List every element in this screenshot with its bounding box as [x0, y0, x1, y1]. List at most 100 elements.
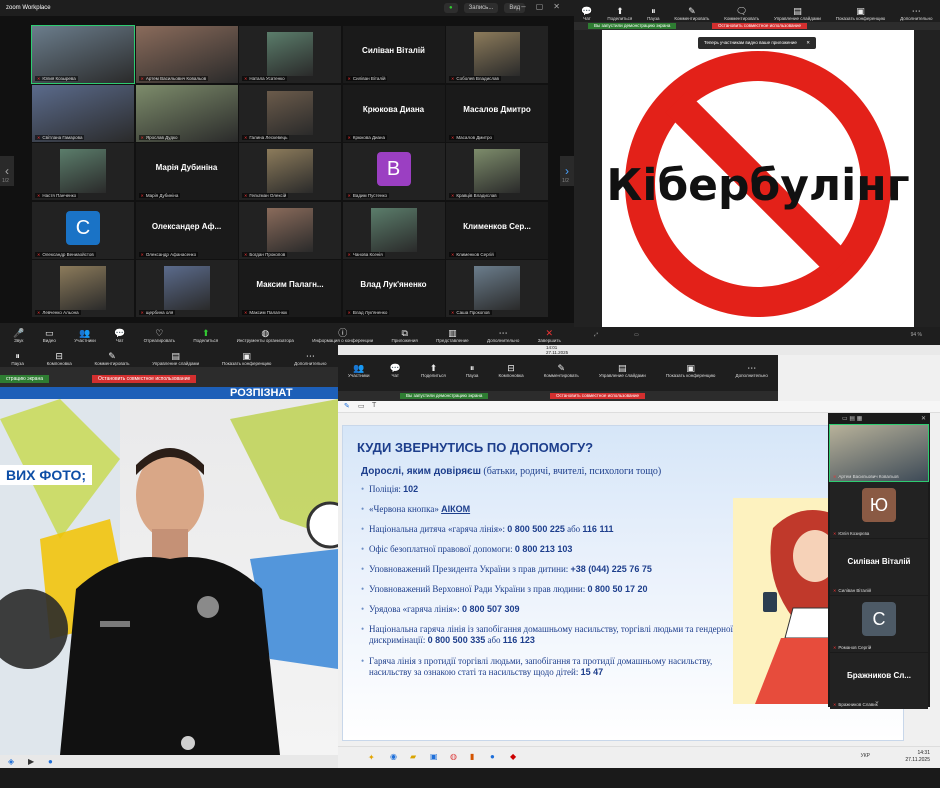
- participant-tile[interactable]: Марія Дубиніна Марія Дубиніна: [135, 143, 238, 200]
- toolbar-button-0[interactable]: ⏸ Пауза: [11, 351, 24, 366]
- toolbar-button-6[interactable]: ▤ Управление слайдами: [599, 363, 646, 378]
- edge-icon[interactable]: ◉: [390, 752, 397, 761]
- participant-tile[interactable]: Юлия Козырева: [31, 25, 135, 84]
- participant-tile[interactable]: Масалов Дмитро Масалов Дмитро: [446, 84, 548, 142]
- close-icon[interactable]: ✕: [806, 40, 810, 45]
- participant-video: [370, 207, 417, 252]
- toolbar-button-4[interactable]: ▣ Показать конференцию: [222, 351, 272, 366]
- share-indicator[interactable]: страцию экрана: [0, 375, 49, 383]
- participant-tile[interactable]: Богдан Прокопов: [239, 201, 341, 259]
- toolbar-button-7[interactable]: ▣ Показать конференцию: [666, 363, 716, 378]
- stop-share-button[interactable]: Остановить совместное использование: [92, 375, 197, 383]
- toolbar-button-8[interactable]: ⋯ Дополнительно: [736, 363, 768, 378]
- taskbar-clock[interactable]: 14:31 27.11.2025: [905, 750, 930, 764]
- toolbar-label: Звук: [14, 338, 24, 343]
- toolbar-button-7[interactable]: ⋯ Дополнительно: [900, 6, 932, 21]
- participant-tile[interactable]: Влад Лук'яненко Влад Лук'яненко: [342, 260, 445, 317]
- participant-tile[interactable]: Клименков Сер... Клименков Сергій: [446, 201, 548, 259]
- toolbar-button-3[interactable]: ✎ Комментировать: [674, 6, 709, 21]
- toolbar-button-5[interactable]: ⋯ Дополнительно: [294, 351, 326, 366]
- fit-icon[interactable]: ⤢: [594, 332, 598, 338]
- folder-icon[interactable]: ▰: [410, 752, 416, 761]
- stop-share-button[interactable]: Остановить совместное использование: [550, 393, 646, 399]
- toolbar-button-3[interactable]: 💬 Чат: [114, 328, 125, 343]
- toolbar-button-11[interactable]: ✕ Завершить: [538, 328, 561, 343]
- toolbar-button-3[interactable]: ▤ Управление слайдами: [152, 351, 199, 366]
- zoom-level[interactable]: 94 %: [911, 332, 922, 338]
- toolbar-button-9[interactable]: ▥ Представление: [436, 328, 468, 343]
- zoom-taskbar-icon[interactable]: ●: [490, 752, 495, 761]
- participant-tile[interactable]: Ярослав Дудко: [135, 84, 238, 142]
- toolbar-button-5[interactable]: ▤ Управление слайдами: [774, 6, 821, 21]
- toolbar-button-0[interactable]: 🎤 Звук: [13, 328, 24, 343]
- media-player-icon[interactable]: ▶: [28, 757, 34, 766]
- share-indicator[interactable]: Вы запустили демонстрацию экрана: [588, 23, 677, 29]
- participant-tile[interactable]: Кравців Владислав: [446, 143, 548, 200]
- participant-tile[interactable]: В Вадим Пустенко: [342, 143, 445, 200]
- toolbar-button-4[interactable]: ♡ Отреагировать: [144, 328, 175, 343]
- participant-tile[interactable]: Левченко Альона: [32, 260, 134, 317]
- toolbar-button-1[interactable]: 💬 Чат: [390, 363, 401, 378]
- toolbar-button-0[interactable]: 👥 Участники: [348, 363, 370, 378]
- toolbar-button-5[interactable]: ⬆ Поделиться: [193, 328, 218, 343]
- store-icon[interactable]: ▣: [430, 752, 438, 761]
- share-indicator[interactable]: Вы запустили демонстрацию экрана: [400, 393, 489, 399]
- toolbar-button-6[interactable]: ◍ Инструменты организатора: [237, 328, 294, 343]
- toolbar-button-7[interactable]: ⓘ Информация о конференции: [312, 328, 373, 343]
- participant-tile[interactable]: Максим Палагн... Максим Палагнюк: [239, 260, 341, 317]
- participant-tile[interactable]: Крюкова Диана Крюкова Диана: [342, 84, 445, 142]
- copilot-icon[interactable]: ✦: [368, 753, 375, 762]
- toolbar-button-2[interactable]: ✎ Комментировать: [94, 351, 129, 366]
- toolbar-button-1[interactable]: ⊟ Компоновка: [47, 351, 72, 366]
- toolbar-button-3[interactable]: ⏸ Пауза: [466, 363, 479, 378]
- text-icon[interactable]: T: [372, 402, 376, 409]
- toolbar-button-2[interactable]: ⏸ Пауза: [647, 6, 660, 21]
- adobe-icon[interactable]: ◆: [510, 752, 516, 761]
- toolbar-button-2[interactable]: ⬆ Поделиться: [421, 363, 446, 378]
- stop-share-button[interactable]: Остановить совместное использование: [712, 23, 808, 29]
- toolbar-button-8[interactable]: ⧉ Приложения: [392, 328, 418, 343]
- page-icon[interactable]: ▭: [634, 332, 639, 338]
- toolbar-button-2[interactable]: 👥 Участники: [74, 328, 96, 343]
- toolbar-button-1[interactable]: ⬆ Поделиться: [607, 6, 632, 21]
- toolbar-button-4[interactable]: ⊟ Компоновка: [499, 363, 524, 378]
- participant-tile[interactable]: Світлана Гамарова: [32, 84, 134, 142]
- participant-avatar: С: [66, 210, 100, 245]
- toolbar-button-1[interactable]: ▭ Видео: [43, 328, 56, 343]
- panel-view-icons[interactable]: ▭ ▤ ▦: [842, 415, 862, 422]
- participant-tile[interactable]: Натала Усатенко: [239, 26, 341, 83]
- toolbar-button-6[interactable]: ▣ Показать конференцию: [836, 6, 886, 21]
- security-shield-icon[interactable]: ●: [444, 3, 458, 13]
- participant-tile[interactable]: Настя Панченко: [32, 143, 134, 200]
- side-participant-tile[interactable]: С Романов Сергій: [830, 596, 928, 652]
- window-controls[interactable]: –▢✕: [521, 2, 570, 11]
- participant-tile[interactable]: щербина оля: [135, 260, 238, 317]
- participant-tile[interactable]: Соболев Владислав: [446, 26, 548, 83]
- participant-tile[interactable]: С Олександр Вениаойстов: [32, 201, 134, 259]
- powerpoint-icon[interactable]: ▮: [470, 752, 474, 761]
- participant-tile[interactable]: Силіван Віталій Силіван Віталій: [342, 26, 445, 83]
- toolbar-button-10[interactable]: ⋯ Дополнительно: [487, 328, 519, 343]
- participant-tile[interactable]: Саша Прокопов: [446, 260, 548, 317]
- toolbar-button-4[interactable]: 🗨 Комментировать: [724, 6, 759, 21]
- chrome-icon[interactable]: ◍: [450, 752, 457, 761]
- widgets-icon[interactable]: ◈: [8, 757, 14, 766]
- participant-tile[interactable]: Галина Лескевець: [239, 84, 341, 142]
- participant-tile[interactable]: Олександер Аф... Олександр Афанасенко: [135, 201, 238, 259]
- close-icon[interactable]: ✕: [921, 415, 926, 422]
- toolbar-button-0[interactable]: 💬 Чат: [581, 6, 592, 21]
- draw-icon[interactable]: ✎: [344, 402, 350, 410]
- language-indicator[interactable]: УКР: [861, 753, 870, 759]
- participant-tile[interactable]: Гельтман Олексій: [239, 143, 341, 200]
- side-participant-tile[interactable]: Ю Юлія Козирєва: [830, 482, 928, 538]
- chevron-down-icon[interactable]: ⌄: [874, 697, 880, 705]
- toolbar-button-5[interactable]: ✎ Комментировать: [544, 363, 579, 378]
- participant-tile[interactable]: Артем Васильович Ковальов: [135, 26, 238, 83]
- shape-icon[interactable]: ▭: [358, 402, 365, 410]
- zoom-taskbar-icon[interactable]: ●: [48, 757, 53, 766]
- side-participant-tile[interactable]: Артем Васильович Ковальов: [829, 424, 929, 482]
- side-participant-tile[interactable]: Силіван Віталій Силіван Віталій: [830, 539, 928, 595]
- participant-name-label: Юлия Козырева: [35, 76, 78, 81]
- participant-tile[interactable]: Чанова Ксенія: [342, 201, 445, 259]
- recording-indicator[interactable]: Запись...: [463, 3, 499, 13]
